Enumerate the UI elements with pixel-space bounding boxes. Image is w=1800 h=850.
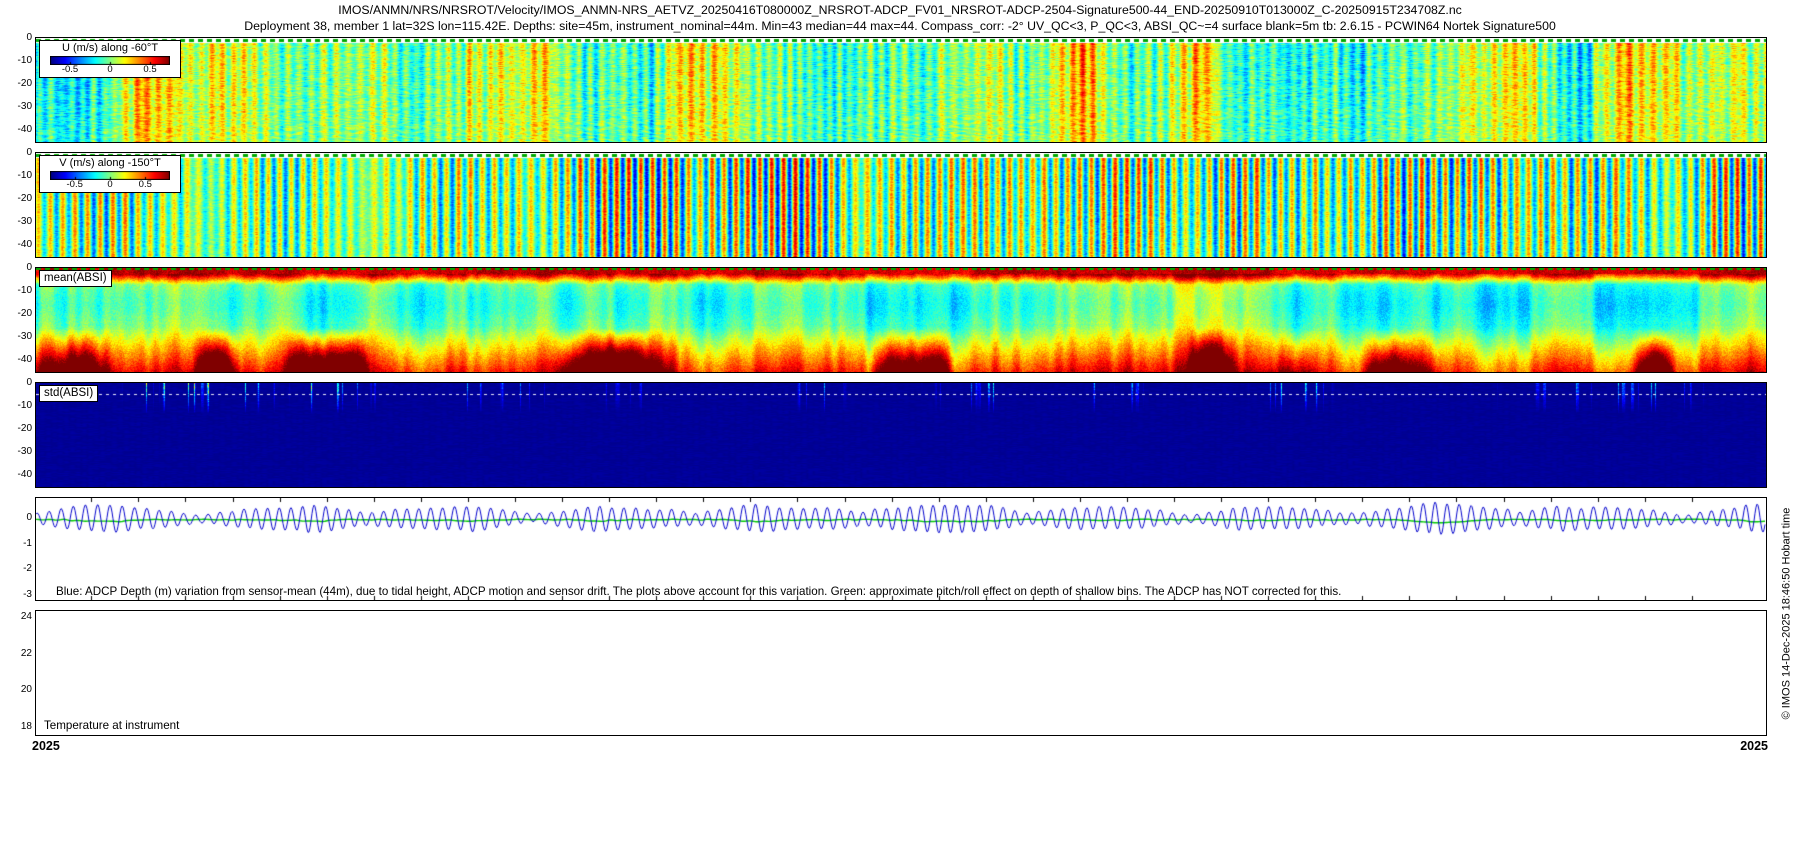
y-tick-label: -20 xyxy=(18,309,32,319)
temperature-y-axis-labels: 24 22 20 18 xyxy=(1,611,34,735)
depth-variation-annotation: Blue: ADCP Depth (m) variation from sens… xyxy=(56,585,1341,598)
y-tick-label: -20 xyxy=(18,424,32,434)
u-velocity-colorbar: -0.500.5 xyxy=(50,56,170,65)
y-tick-label: -40 xyxy=(18,470,32,480)
y-tick-label: -20 xyxy=(18,194,32,204)
colorbar-tick-label: -0.5 xyxy=(62,65,78,75)
y-tick-label: -10 xyxy=(18,286,32,296)
y-tick-label: -10 xyxy=(18,401,32,411)
y-tick-label: -30 xyxy=(18,332,32,342)
y-tick-label: 0 xyxy=(26,148,32,158)
y-tick-label: 0 xyxy=(26,263,32,273)
panel-mean-absi: 0-10-20-30-40 mean(ABSI) xyxy=(35,267,1767,373)
colorbar-tick-label: -0.5 xyxy=(67,180,83,190)
y-tick-label: 18 xyxy=(21,722,32,732)
imos-watermark: © IMOS 14-Dec-2025 18:46:50 Hobart time xyxy=(1781,483,1794,745)
u-velocity-legend-title: U (m/s) along -60°T xyxy=(40,42,180,55)
panel-depth-variation: 0-1-2-3 Blue: ADCP Depth (m) variation f… xyxy=(35,497,1767,601)
colorbar-tick-label: 0.5 xyxy=(143,65,156,75)
x-axis: 2025 2025 xyxy=(36,739,1766,753)
y-tick-label: -30 xyxy=(18,102,32,112)
x-axis-year-right: 2025 xyxy=(1740,739,1768,753)
temperature-label: Temperature at instrument xyxy=(44,719,179,732)
std-absi-heatmap xyxy=(36,383,1766,487)
x-axis-year-left: 2025 xyxy=(32,739,60,753)
y-tick-label: 20 xyxy=(21,685,32,695)
y-tick-label: -2 xyxy=(23,564,32,574)
std-absi-y-axis-labels: 0-10-20-30-40 xyxy=(1,383,34,487)
y-tick-label: -30 xyxy=(18,217,32,227)
v-velocity-legend-title: V (m/s) along -150°T xyxy=(40,157,180,170)
v-velocity-colorbar: -0.500.5 xyxy=(50,171,170,180)
y-tick-label: -40 xyxy=(18,125,32,135)
u-velocity-heatmap xyxy=(36,38,1766,142)
figure-title-deployment-info: Deployment 38, member 1 lat=32S lon=115.… xyxy=(0,19,1800,33)
v-velocity-legend: V (m/s) along -150°T -0.500.5 xyxy=(39,155,181,193)
figure-title-filename: IMOS/ANMN/NRS/NRSROT/Velocity/IMOS_ANMN-… xyxy=(0,3,1800,17)
y-tick-label: -30 xyxy=(18,447,32,457)
y-tick-label: -10 xyxy=(18,171,32,181)
y-tick-label: -1 xyxy=(23,539,32,549)
colorbar-tick-label: 0 xyxy=(107,180,112,190)
y-tick-label: 0 xyxy=(26,513,32,523)
y-tick-label: 0 xyxy=(26,378,32,388)
depth-variation-y-axis-labels: 0 -1 -2 -3 xyxy=(1,498,34,600)
panel-std-absi: 0-10-20-30-40 std(ABSI) xyxy=(35,382,1767,488)
temperature-plot xyxy=(36,611,1766,735)
y-tick-label: -20 xyxy=(18,79,32,89)
v-velocity-heatmap xyxy=(36,153,1766,257)
v-velocity-y-axis-labels: 0-10-20-30-40 xyxy=(1,153,34,257)
u-velocity-legend: U (m/s) along -60°T -0.500.5 xyxy=(39,40,181,78)
y-tick-label: -3 xyxy=(23,590,32,600)
panel-temperature: 24222018 Temperature at instrument xyxy=(35,610,1767,736)
mean-absi-y-axis-labels: 0-10-20-30-40 xyxy=(1,268,34,372)
mean-absi-label: mean(ABSI) xyxy=(39,270,112,287)
y-tick-label: -40 xyxy=(18,240,32,250)
colorbar-tick-label: 0.5 xyxy=(139,180,152,190)
y-tick-label: 0 xyxy=(26,33,32,43)
panel-v-velocity: 0-10-20-30-40 V (m/s) along -150°T -0.50… xyxy=(35,152,1767,258)
y-tick-label: -10 xyxy=(18,56,32,66)
y-tick-label: 22 xyxy=(21,649,32,659)
colorbar-tick-label: 0 xyxy=(107,65,112,75)
std-absi-label: std(ABSI) xyxy=(39,385,98,402)
u-velocity-y-axis-labels: 0-10-20-30-40 xyxy=(1,38,34,142)
y-tick-label: 24 xyxy=(21,612,32,622)
panel-u-velocity: 0-10-20-30-40 U (m/s) along -60°T -0.500… xyxy=(35,37,1767,143)
mean-absi-heatmap xyxy=(36,268,1766,372)
y-tick-label: -40 xyxy=(18,355,32,365)
adcp-summary-figure: IMOS/ANMN/NRS/NRSROT/Velocity/IMOS_ANMN-… xyxy=(0,0,1800,850)
